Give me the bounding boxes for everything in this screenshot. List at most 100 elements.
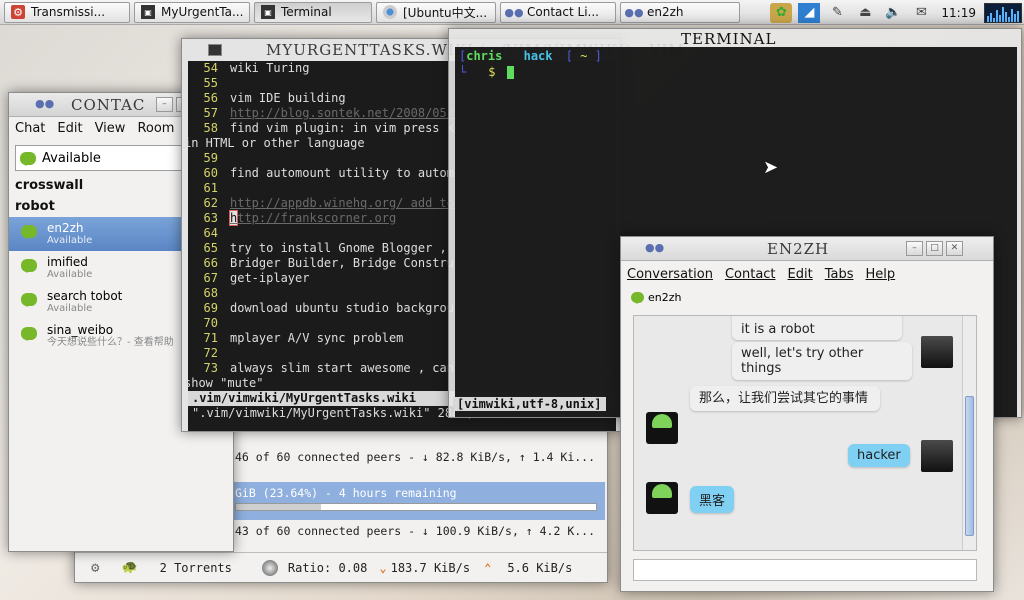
download-speed: 183.7 KiB/s [390,560,471,575]
message-text: well, let's try other things [741,346,864,376]
top-panel: ⚙ Transmissi... ▣ MyUrgentTa... ▣ Termin… [0,0,1024,25]
task-label: Contact Li... [527,5,599,19]
available-icon [21,293,37,307]
task-browser[interactable]: [Ubuntu中文... [376,1,496,23]
prompt-symbol: $ [488,65,496,79]
system-tray: ✿ ◢ ✎ ⏏ 🔈 ✉ 11:19 [767,0,1024,25]
message-text: 黑客 [699,494,726,509]
message-bubble: hacker [848,444,910,467]
torrent-peers: 46 of 60 connected peers - ↓ 82.8 KiB/s,… [235,450,596,464]
turtle-icon[interactable]: 🐢 [121,560,137,575]
available-icon [20,151,36,166]
upload-speed: 5.6 KiB/s [507,560,573,575]
task-terminal[interactable]: ▣ Terminal [254,1,372,23]
menu-edit[interactable]: Edit [788,267,813,282]
pidgin-icon: ●● [624,5,644,19]
conversation-history[interactable]: it is a robot well, let's try other thin… [633,315,977,551]
task-label: [Ubuntu中文... [403,5,488,20]
vim-statusline-right: [vimwiki,utf-8,unix] [453,397,606,411]
buddy-name: imified [47,255,88,269]
chromium-icon [383,5,397,19]
prompt-line: [chris hack [ ~ ] [459,49,602,63]
line-number: 61 [203,181,218,195]
menu-conversation[interactable]: Conversation [627,267,713,282]
vim-statusline: [vimwiki,utf-8,unix] [453,397,606,411]
task-contacts[interactable]: ●● Contact Li... [500,1,616,23]
menu-view[interactable]: View [95,121,126,136]
menu-help[interactable]: Help [866,267,896,282]
line-number: 55 [203,76,218,90]
task-label: Terminal [281,5,332,19]
line-number: 59 [203,151,218,165]
bot-avatar [646,482,678,514]
close-button[interactable]: ✕ [946,241,963,256]
line-number: 65 [203,241,218,255]
message-input[interactable] [633,559,977,581]
maximize-button[interactable]: □ [926,241,943,256]
menu-contact[interactable]: Contact [725,267,776,282]
terminal-icon: ▣ [141,5,155,19]
line-number: 54 [203,61,218,75]
line-number: 67 [203,271,218,285]
buddy-status: Available [47,303,93,314]
message-bubble: 黑客 [690,486,735,513]
pidgin-icon: ●● [35,97,55,110]
line-text: vim IDE building [230,91,346,105]
available-icon [21,225,37,239]
line-number: 57 [203,106,218,120]
line-text: get-iplayer [230,271,310,285]
line-number: 73 [203,361,218,375]
usb-icon[interactable]: ⏏ [854,3,876,23]
pidgin-tray-icon[interactable]: ✎ [826,3,848,23]
available-icon [21,259,37,273]
terminal-cursor [506,66,514,79]
message-bubble: well, let's try other things [732,342,912,380]
chat-tab[interactable]: en2zh [631,291,681,304]
gnome-foot-icon[interactable]: ✿ [770,2,793,23]
available-icon [21,327,37,341]
line-number: 66 [203,256,218,270]
pidgin-icon: ●● [504,5,524,19]
network-icon[interactable]: ◢ [798,2,821,23]
clock[interactable]: 11:19 [941,6,976,20]
menu-tabs[interactable]: Tabs [825,267,854,282]
task-vim[interactable]: ▣ MyUrgentTa... [134,1,250,23]
line-text: wiki Turing [230,61,310,75]
chat-titlebar[interactable]: ●● EN2ZH – □ ✕ [621,237,993,261]
prompt-input-line: └ $ [459,65,514,79]
torrent-eta: GiB (23.64%) - 4 hours remaining [235,486,457,500]
task-en2zh[interactable]: ●● en2zh [620,1,740,23]
volume-icon[interactable]: 🔈 [882,3,904,23]
line-number: 72 [203,346,218,360]
prompt-dir: ~ [580,49,588,63]
line-number: 60 [203,166,218,180]
line-text: download ubuntu studio background [230,301,469,315]
message-bubble: it is a robot [732,316,902,340]
menu-edit[interactable]: Edit [57,121,82,136]
line-number: 58 [203,121,218,135]
buddy-name: search tobot [47,289,123,303]
transmission-statusbar: ⚙ 🐢 2 Torrents Ratio: 0.08 ⌄ 183.7 KiB/s… [75,552,607,582]
ratio-icon[interactable] [261,559,278,576]
status-value: Available [42,150,101,166]
user-avatar [921,336,953,368]
prompt-user: chris [466,49,503,63]
message-text: it is a robot [741,322,815,337]
cpu-graph [984,2,1022,23]
terminal-icon [208,44,222,56]
line-number: 62 [203,196,218,210]
minimize-button[interactable]: – [156,97,173,112]
ratio: Ratio: 0.08 [287,560,368,575]
minimize-button[interactable]: – [906,241,923,256]
task-transmission[interactable]: ⚙ Transmissi... [4,1,130,23]
terminal-titlebar[interactable]: TERMINAL [449,29,1021,48]
menu-chat[interactable]: Chat [15,121,45,136]
mail-icon[interactable]: ✉ [910,3,932,23]
chat-scrollbar[interactable] [962,316,976,550]
scrollbar-thumb[interactable] [965,396,974,536]
line-text: mplayer A/V sync problem [230,331,404,345]
preferences-icon[interactable]: ⚙ [91,560,99,576]
line-number: 68 [203,286,218,300]
menu-room[interactable]: Room [137,121,174,136]
torrent-count: 2 Torrents [159,560,232,575]
